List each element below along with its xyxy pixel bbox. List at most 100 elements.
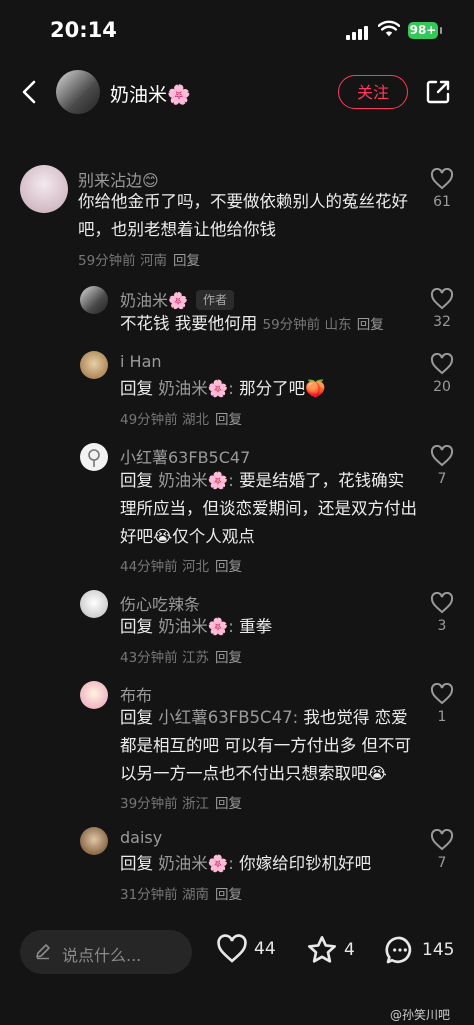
- like-control[interactable]: 32: [428, 288, 456, 330]
- reply-button[interactable]: 回复: [215, 796, 242, 812]
- status-bar: 20:14 98+: [0, 0, 474, 60]
- heart-icon[interactable]: [430, 288, 454, 310]
- commenter-avatar[interactable]: [80, 827, 108, 855]
- like-control[interactable]: 20: [428, 353, 456, 395]
- comment-text-row: 回复 奶油米🌸: 要是结婚了，花钱确实理所应当，但谈恋爱期间，还是双方付出好吧😭…: [120, 467, 420, 551]
- reply-prefix: 回复: [120, 379, 153, 398]
- comment-meta: 59分钟前 河南 回复: [78, 249, 200, 269]
- default-avatar-icon: [88, 449, 100, 467]
- like-control[interactable]: 1: [428, 683, 456, 725]
- like-control[interactable]: 3: [428, 592, 456, 634]
- reply-prefix: 回复: [120, 617, 153, 636]
- comment-text: 不花钱 我要他何用: [120, 314, 258, 333]
- like-control[interactable]: 7: [428, 829, 456, 871]
- reply-item: i Han 回复 奶油米🌸: 那分了吧🍑 49分钟前 湖北 回复 20: [0, 348, 474, 428]
- comment-text-row: 回复 奶油米🌸: 那分了吧🍑: [120, 375, 420, 403]
- comment-input[interactable]: 说点什么...: [20, 930, 192, 974]
- comment-meta: 49分钟前 湖北 回复: [120, 408, 242, 428]
- commenter-name[interactable]: 小红薯63FB5C47: [120, 444, 250, 468]
- comment-time-location: 44分钟前 河北: [120, 559, 209, 575]
- author-name[interactable]: 奶油米🌸: [110, 80, 191, 107]
- reply-button[interactable]: 回复: [173, 253, 200, 269]
- back-arrow-icon[interactable]: [16, 78, 44, 106]
- comment-text-row: 回复 奶油米🌸: 重拳: [120, 613, 420, 641]
- like-control[interactable]: 7: [428, 445, 456, 487]
- share-icon[interactable]: [424, 78, 452, 106]
- heart-icon[interactable]: [216, 934, 248, 964]
- reply-mention[interactable]: 奶油米🌸:: [158, 617, 234, 636]
- commenter-avatar[interactable]: [20, 165, 68, 213]
- commenter-name[interactable]: 布布: [120, 682, 152, 706]
- commenter-avatar[interactable]: [80, 286, 108, 314]
- comment-button[interactable]: 145: [384, 934, 454, 966]
- signal-icon: [346, 24, 368, 40]
- commenter-avatar[interactable]: [80, 351, 108, 379]
- heart-icon[interactable]: [430, 829, 454, 851]
- comment-meta: 39分钟前 浙江 回复: [120, 792, 242, 812]
- chat-bubble-icon[interactable]: [384, 934, 416, 966]
- comment-time-location: 59分钟前 河南: [78, 253, 167, 269]
- comment-meta: 31分钟前 湖南 回复: [120, 883, 242, 903]
- reply-button[interactable]: 回复: [215, 887, 242, 903]
- reply-item: 布布 回复 小红薯63FB5C47: 我也觉得 恋爱都是相互的吧 可以有一方付出…: [0, 678, 474, 813]
- top-bar: 奶油米🌸 关注: [0, 60, 474, 124]
- like-total: 44: [254, 939, 276, 959]
- commenter-name[interactable]: daisy: [120, 828, 162, 847]
- pencil-icon: [36, 944, 50, 960]
- commenter-name-row: 奶油米🌸 作者: [120, 287, 234, 311]
- comment-input-placeholder: 说点什么...: [62, 946, 142, 965]
- heart-icon[interactable]: [430, 445, 454, 467]
- commenter-avatar[interactable]: [80, 681, 108, 709]
- reply-mention[interactable]: 奶油米🌸:: [158, 471, 234, 490]
- reply-item: 伤心吃辣条 回复 奶油米🌸: 重拳 43分钟前 江苏 回复 3: [0, 587, 474, 667]
- reply-prefix: 回复: [120, 854, 153, 873]
- collect-button[interactable]: 4: [306, 934, 355, 966]
- reply-mention[interactable]: 小红薯63FB5C47:: [158, 708, 298, 727]
- comment-time-location: 59分钟前 山东: [262, 317, 352, 333]
- bottom-action-bar: 说点什么... 44 4 145 @孙笑川吧: [0, 920, 474, 1025]
- like-count: 20: [433, 379, 451, 395]
- comment-text-row: 不花钱 我要他何用 59分钟前 山东 回复: [120, 310, 420, 339]
- collect-total: 4: [344, 940, 355, 960]
- heart-icon[interactable]: [430, 168, 454, 190]
- follow-button[interactable]: 关注: [338, 75, 408, 109]
- comment-time-location: 39分钟前 浙江: [120, 796, 209, 812]
- reply-mention[interactable]: 奶油米🌸:: [158, 379, 234, 398]
- commenter-name[interactable]: 伤心吃辣条: [120, 591, 200, 615]
- reply-prefix: 回复: [120, 471, 153, 490]
- wifi-icon: [378, 20, 400, 37]
- author-tag: 作者: [195, 290, 234, 310]
- star-icon[interactable]: [306, 934, 338, 966]
- reply-mention[interactable]: 奶油米🌸:: [158, 854, 234, 873]
- like-count: 61: [433, 194, 451, 210]
- reply-button[interactable]: 回复: [357, 317, 384, 333]
- reply-item: 小红薯63FB5C47 回复 奶油米🌸: 要是结婚了，花钱确实理所应当，但谈恋爱…: [0, 440, 474, 580]
- comment-text-row: 回复 小红薯63FB5C47: 我也觉得 恋爱都是相互的吧 可以有一方付出多 但…: [120, 704, 420, 788]
- comment-time-location: 31分钟前 湖南: [120, 887, 209, 903]
- comment-time-location: 43分钟前 江苏: [120, 650, 209, 666]
- reply-item: daisy 回复 奶油米🌸: 你嫁给印钞机好吧 31分钟前 湖南 回复 7: [0, 824, 474, 906]
- comment-text: 你嫁给印钞机好吧: [239, 854, 372, 873]
- status-time: 20:14: [50, 18, 117, 42]
- heart-icon[interactable]: [430, 592, 454, 614]
- like-control[interactable]: 61: [428, 168, 456, 210]
- like-button[interactable]: 44: [216, 934, 276, 964]
- comment-text: 重拳: [239, 617, 273, 636]
- reply-button[interactable]: 回复: [215, 650, 242, 666]
- comment-meta: 43分钟前 江苏 回复: [120, 646, 242, 666]
- like-count: 32: [433, 314, 451, 330]
- commenter-avatar[interactable]: [80, 590, 108, 618]
- comment-text-row: 回复 奶油米🌸: 你嫁给印钞机好吧: [120, 850, 420, 878]
- heart-icon[interactable]: [430, 683, 454, 705]
- commenter-name[interactable]: 奶油米🌸: [120, 291, 188, 310]
- comment-item: 别来沾边😊 你给他金币了吗，不要做依赖别人的菟丝花好吧，也别老想着让他给你钱 5…: [0, 160, 474, 280]
- reply-button[interactable]: 回复: [215, 559, 242, 575]
- author-avatar[interactable]: [56, 70, 100, 114]
- commenter-name[interactable]: i Han: [120, 352, 162, 371]
- comment-meta: 44分钟前 河北 回复: [120, 555, 242, 575]
- heart-icon[interactable]: [430, 353, 454, 375]
- reply-button[interactable]: 回复: [215, 412, 242, 428]
- comment-text: 你给他金币了吗，不要做依赖别人的菟丝花好吧，也别老想着让他给你钱: [78, 192, 408, 239]
- like-count: 1: [437, 709, 447, 725]
- commenter-avatar[interactable]: [80, 443, 108, 471]
